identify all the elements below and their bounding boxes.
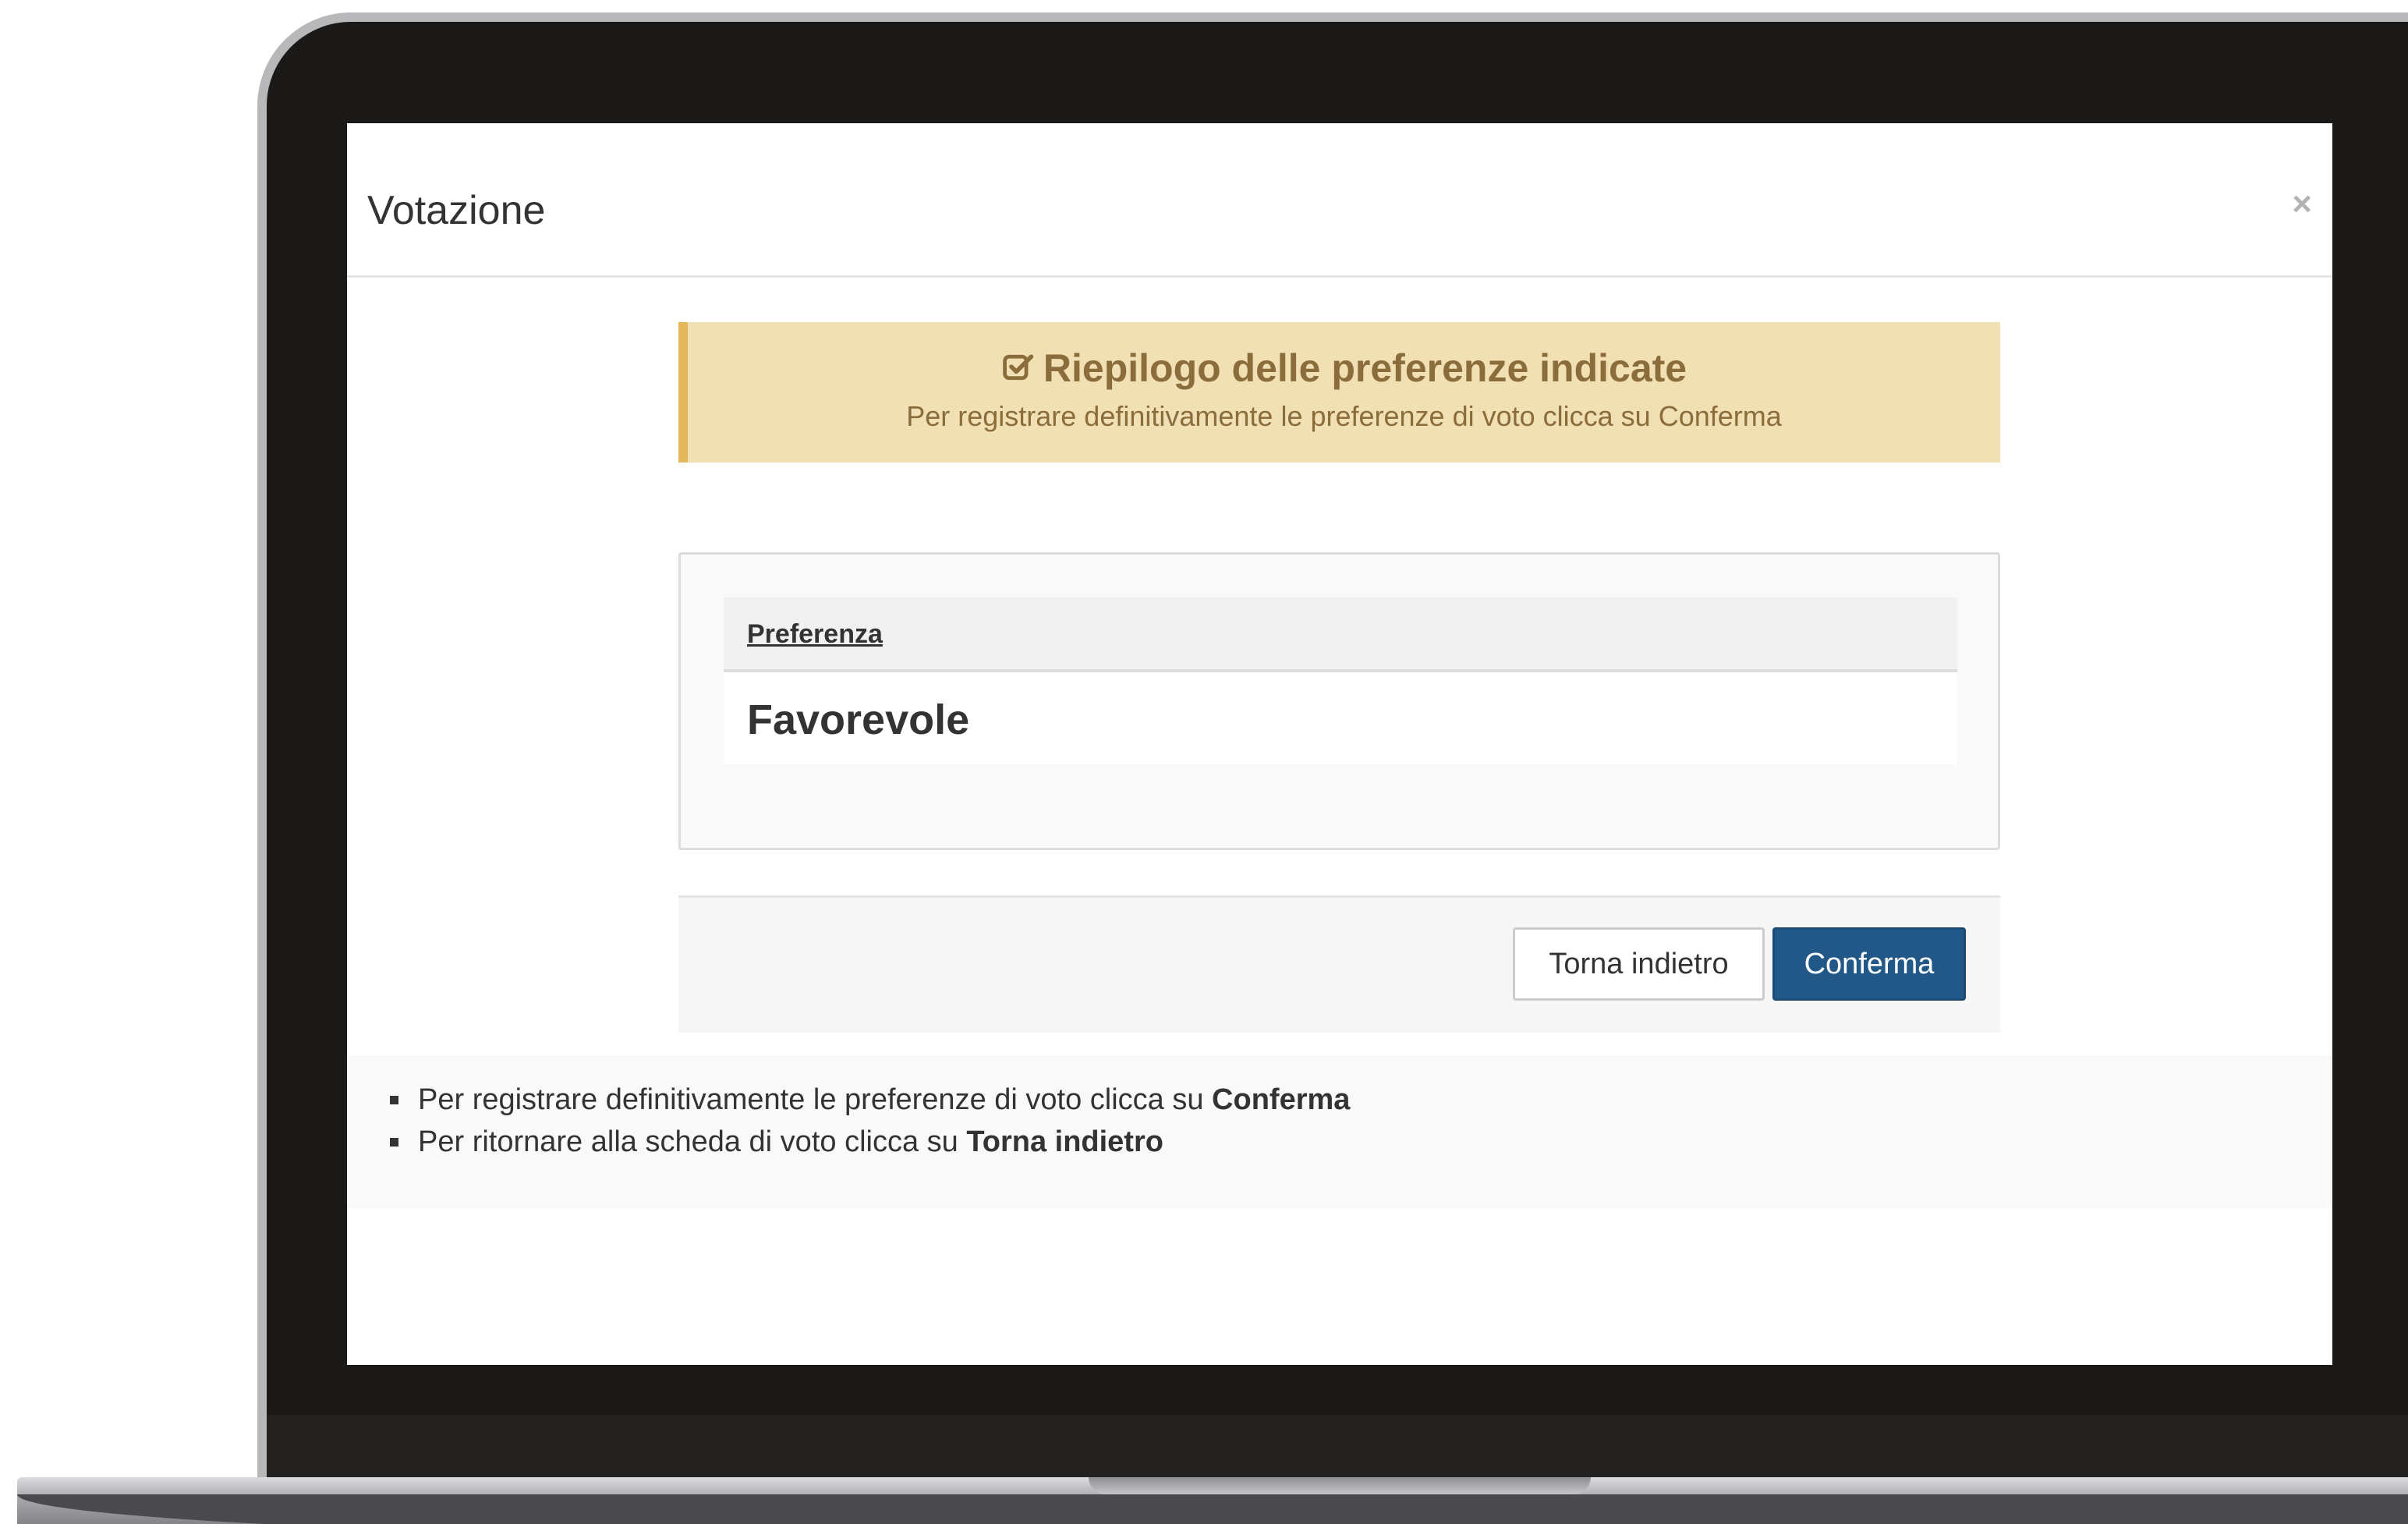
preference-header: Preferenza [724, 597, 1957, 672]
laptop-mockup: Votazione × Riepilogo delle preferenze i… [0, 0, 2408, 1524]
preference-panel: Preferenza Favorevole [678, 552, 2000, 850]
preference-value: Favorevole [747, 696, 970, 743]
instruction-item: Per ritornare alla scheda di voto clicca… [389, 1121, 1350, 1163]
instruction-item: Per registrare definitivamente le prefer… [389, 1079, 1350, 1121]
modal-title: Votazione [367, 188, 546, 233]
instructions-box: Per registrare definitivamente le prefer… [347, 1055, 2332, 1208]
laptop-notch [1089, 1477, 1591, 1494]
preference-header-label: Preferenza [747, 619, 883, 649]
check-square-icon [1003, 354, 1034, 381]
confirm-button[interactable]: Conferma [1772, 927, 1966, 1001]
alert-title: Riepilogo delle preferenze indicate [1043, 346, 1687, 390]
voting-modal: Votazione × Riepilogo delle preferenze i… [347, 123, 2332, 1365]
modal-header: Votazione × [347, 123, 2332, 278]
instructions-list: Per registrare definitivamente le prefer… [389, 1079, 1350, 1163]
alert-subtitle: Per registrare definitivamente le prefer… [906, 400, 1782, 432]
close-button[interactable]: × [2292, 187, 2312, 222]
preference-row: Favorevole [724, 672, 1957, 764]
back-button[interactable]: Torna indietro [1513, 927, 1765, 1001]
summary-alert: Riepilogo delle preferenze indicate Per … [678, 322, 2000, 463]
modal-actions: Torna indietro Conferma [678, 895, 2000, 1033]
